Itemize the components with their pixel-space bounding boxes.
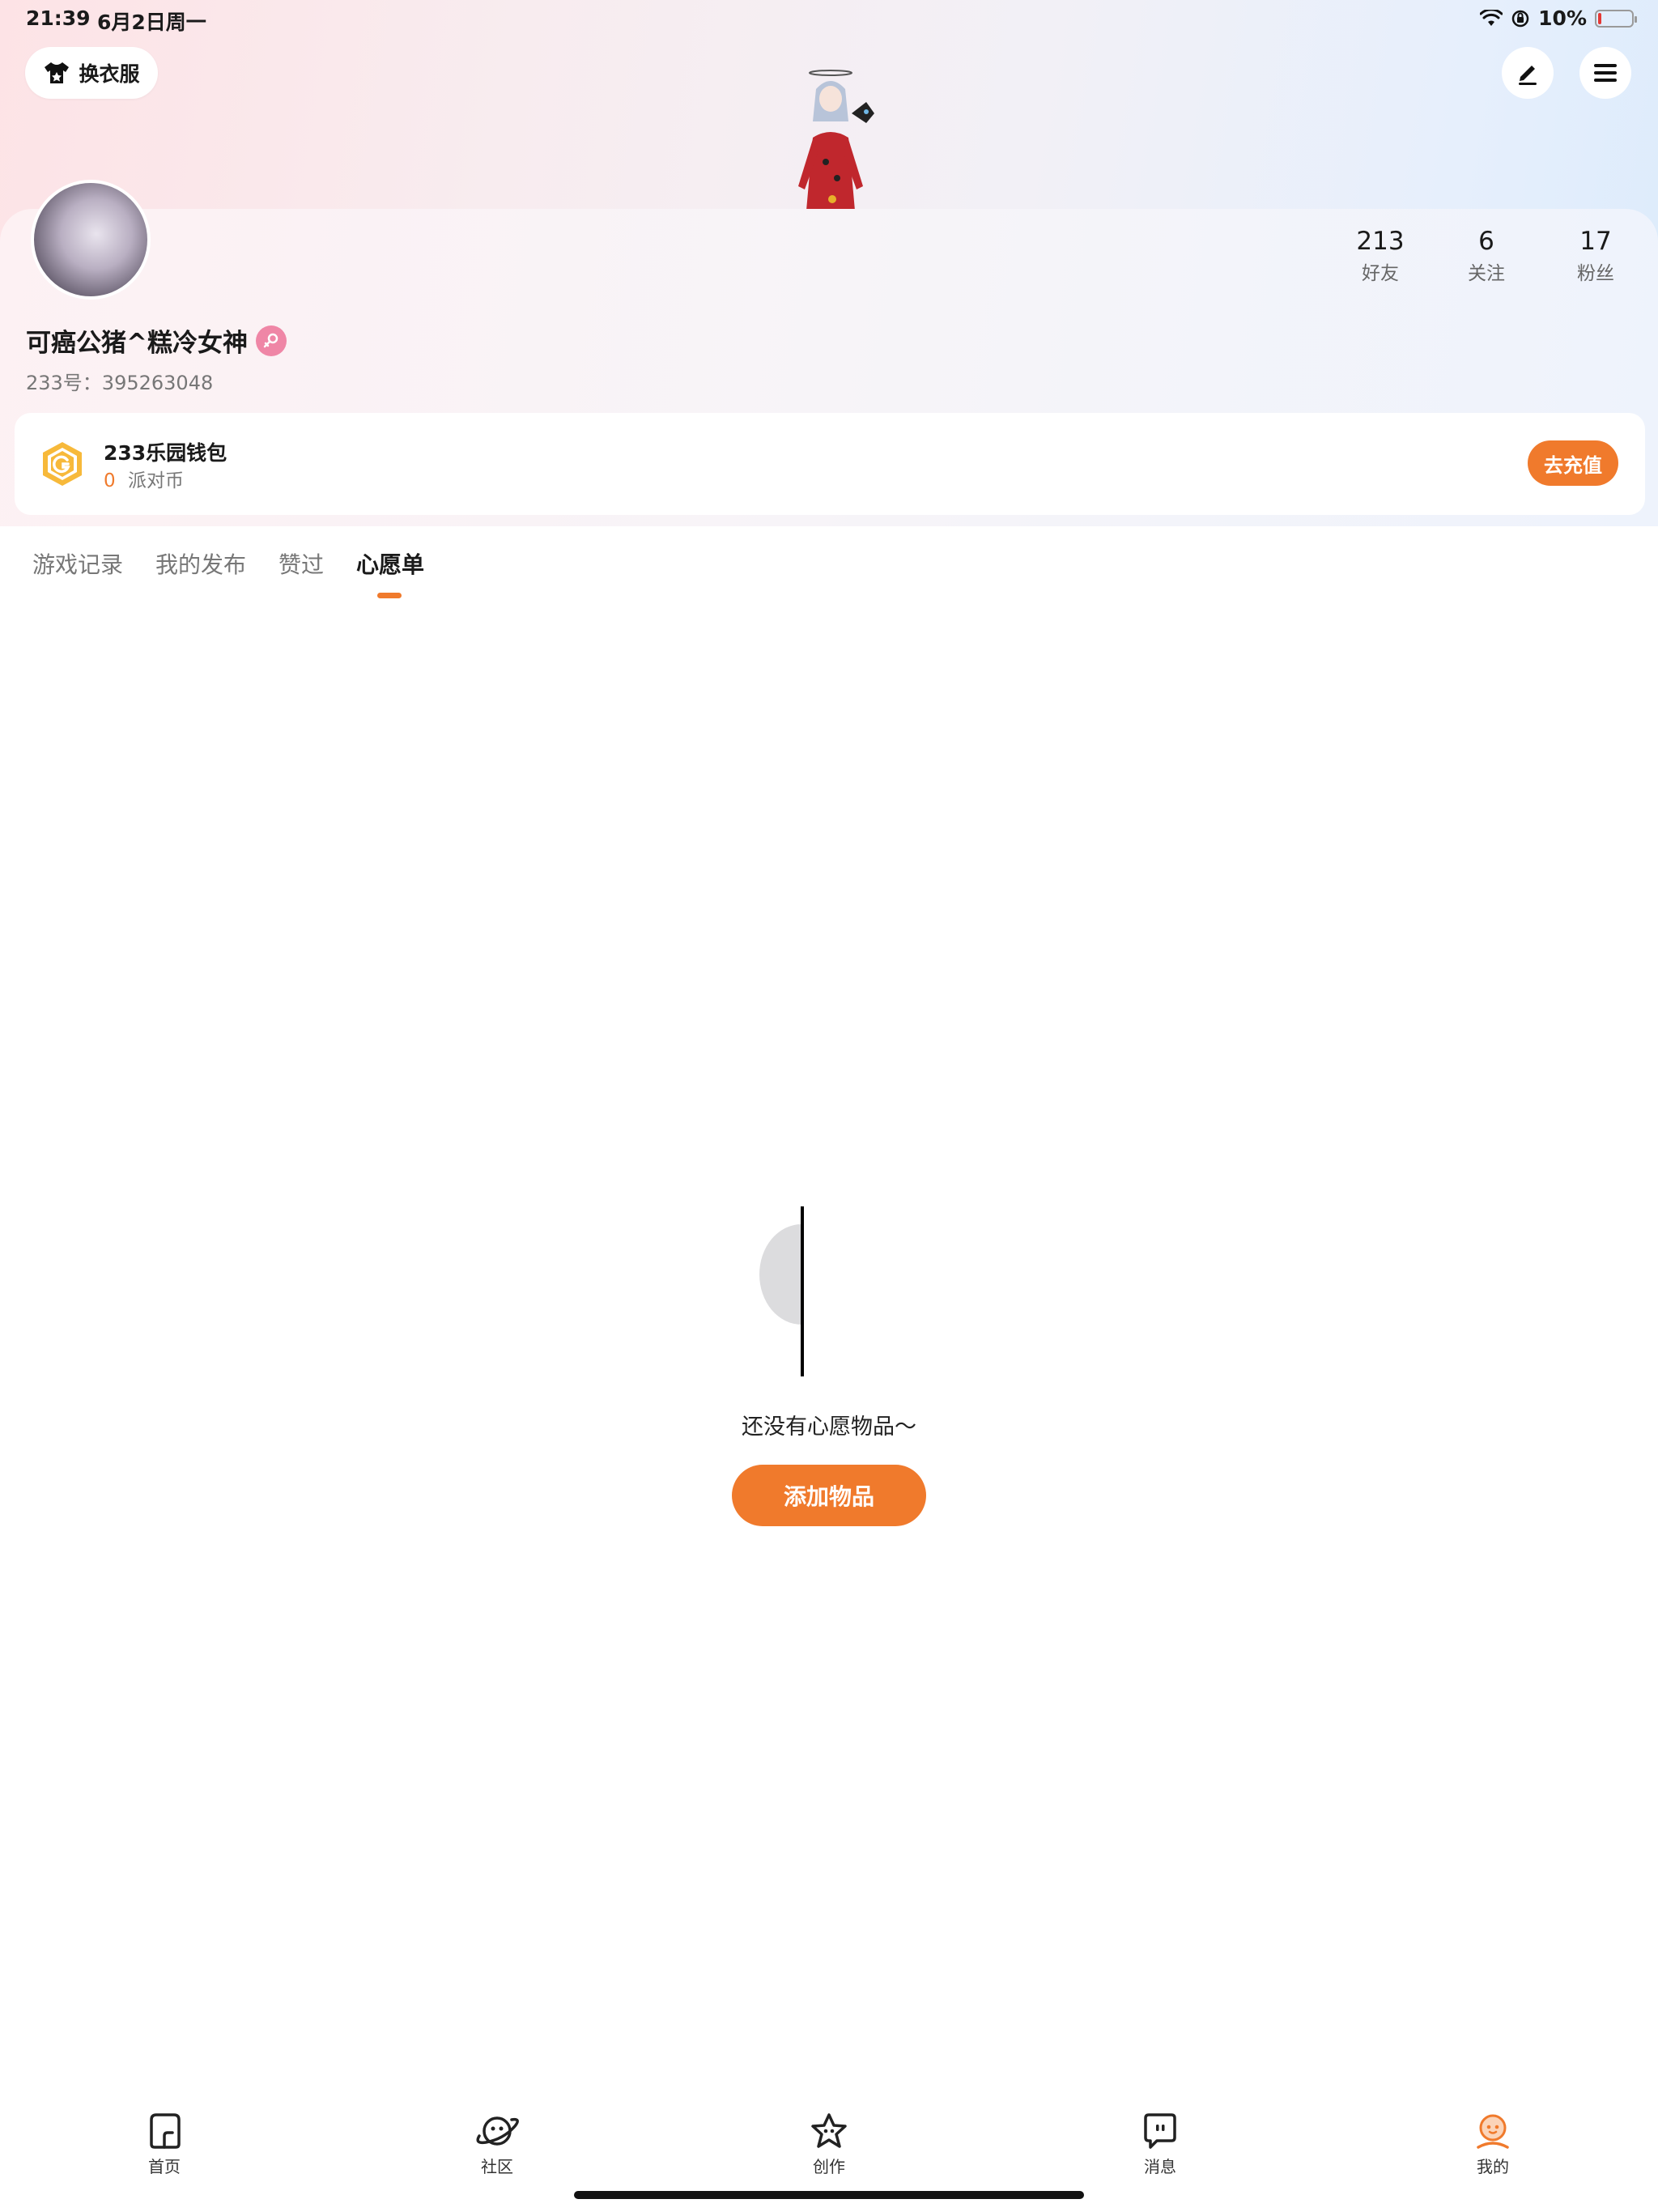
friends-stat[interactable]: 213 好友: [1332, 227, 1429, 285]
nav-community[interactable]: 社区: [449, 2112, 546, 2177]
status-time: 21:39: [26, 6, 91, 30]
wallet-currency: 派对币: [127, 470, 184, 491]
female-icon: [255, 325, 287, 356]
fans-count: 17: [1579, 227, 1612, 256]
shirt-icon: [45, 62, 70, 83]
change-outfit-button[interactable]: 换衣服: [25, 47, 158, 99]
menu-icon: [1594, 64, 1617, 82]
tab-my-posts[interactable]: 我的发布: [155, 547, 246, 580]
character-avatar-image[interactable]: [753, 65, 915, 211]
edit-profile-button[interactable]: [1502, 47, 1554, 99]
username: 可癌公猪^糕冷女神: [26, 329, 248, 358]
star-icon: [811, 2113, 847, 2148]
tab-liked[interactable]: 赞过: [278, 547, 324, 580]
wifi-icon: [1480, 9, 1503, 26]
coin-icon: [43, 442, 82, 486]
tab-wishlist[interactable]: 心愿单: [356, 547, 424, 580]
tab-game-history[interactable]: 游戏记录: [32, 547, 123, 580]
nav-create-label: 创作: [813, 2157, 845, 2176]
edit-icon: [1519, 66, 1537, 85]
fans-stat[interactable]: 17 粉丝: [1547, 227, 1644, 285]
user-id: 233号：395263048: [26, 372, 214, 394]
nav-messages-label: 消息: [1144, 2157, 1176, 2176]
home-icon: [150, 2113, 181, 2149]
add-item-button[interactable]: 添加物品: [732, 1465, 926, 1526]
fans-label: 粉丝: [1577, 263, 1614, 284]
battery-percent: 10%: [1538, 6, 1587, 30]
menu-button[interactable]: [1579, 47, 1631, 99]
change-outfit-label: 换衣服: [79, 62, 140, 86]
nav-create[interactable]: 创作: [780, 2112, 878, 2177]
home-indicator[interactable]: [574, 2191, 1084, 2199]
status-bar: 21:39 6月2日周一 10%: [0, 0, 1658, 40]
battery-level-fill: [1598, 12, 1601, 24]
nav-profile[interactable]: 我的: [1444, 2112, 1541, 2177]
nav-profile-label: 我的: [1477, 2157, 1509, 2176]
profile-tabs: 游戏记录 我的发布 赞过 心愿单: [0, 526, 1658, 607]
profile-icon: [1477, 2114, 1509, 2149]
following-label: 关注: [1468, 263, 1505, 284]
recharge-button[interactable]: 去充值: [1528, 440, 1618, 486]
nav-community-label: 社区: [481, 2157, 513, 2176]
wallet-balance-row: 0 派对币: [104, 465, 184, 492]
planet-icon: [476, 2116, 519, 2146]
following-count: 6: [1478, 227, 1494, 256]
friends-count: 213: [1356, 227, 1405, 256]
following-stat[interactable]: 6 关注: [1438, 227, 1535, 285]
nav-home-label: 首页: [148, 2157, 181, 2176]
user-avatar[interactable]: [31, 180, 151, 300]
wallet-balance: 0: [104, 470, 116, 491]
battery-icon: [1595, 9, 1637, 28]
wallet-card[interactable]: 233乐园钱包 0 派对币 去充值: [15, 413, 1645, 515]
wallet-title: 233乐园钱包: [104, 441, 227, 465]
nav-messages[interactable]: 消息: [1112, 2112, 1209, 2177]
active-tab-indicator: [377, 593, 402, 598]
orientation-lock-icon: [1511, 10, 1529, 27]
nav-home[interactable]: 首页: [116, 2112, 213, 2177]
empty-state-illustration: [759, 1206, 804, 1376]
status-indicators: 10%: [1480, 6, 1637, 30]
friends-label: 好友: [1362, 263, 1399, 284]
message-icon: [1144, 2113, 1176, 2149]
empty-state-message: 还没有心愿物品～: [742, 1414, 916, 1440]
username-row: 可癌公猪^糕冷女神: [26, 322, 287, 359]
status-date: 6月2日周一: [97, 11, 206, 34]
